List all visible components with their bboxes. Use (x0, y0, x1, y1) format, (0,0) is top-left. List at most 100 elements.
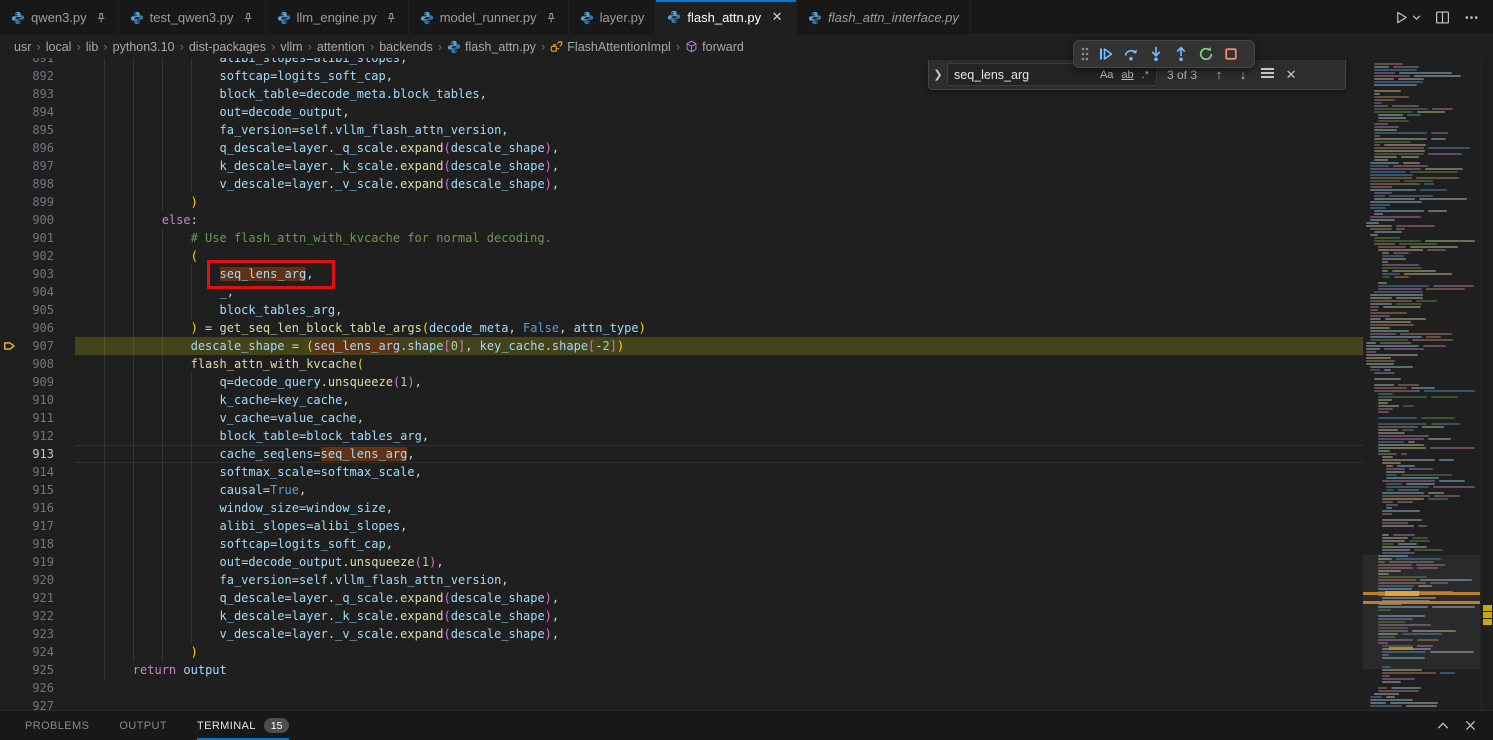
code-line-912[interactable]: 912 block_table=block_tables_arg, (0, 427, 1363, 445)
tab-model_runner.py[interactable]: model_runner.py (409, 0, 569, 35)
code-line-894[interactable]: 894 out=decode_output, (0, 103, 1363, 121)
find-in-selection-button[interactable] (1255, 66, 1279, 84)
previous-match-button[interactable]: ↑ (1207, 67, 1231, 82)
breadcrumb-item-backends[interactable]: backends (379, 40, 433, 54)
code-line-906[interactable]: 906 ) = get_seq_len_block_table_args(dec… (0, 319, 1363, 337)
indent-guide (133, 175, 134, 193)
breadcrumb-item-forward[interactable]: forward (685, 40, 744, 54)
panel-tab-output[interactable]: OUTPUT (119, 711, 167, 740)
minimap-line (1407, 114, 1422, 116)
code-line-896[interactable]: 896 q_descale=layer._q_scale.expand(desc… (0, 139, 1363, 157)
panel-tab-problems[interactable]: PROBLEMS (25, 711, 89, 740)
panel-tab-terminal[interactable]: TERMINAL15 (197, 711, 290, 740)
pinned-icon[interactable] (95, 12, 107, 24)
minimap-line (1378, 441, 1404, 443)
breadcrumb-item-FlashAttentionImpl[interactable]: FlashAttentionImpl (550, 40, 671, 54)
minimap-line (1414, 549, 1442, 551)
split-editor-button[interactable] (1435, 10, 1450, 25)
breadcrumb-item-usr[interactable]: usr (14, 40, 31, 54)
tab-layer.py[interactable]: layer.py (569, 0, 657, 35)
breadcrumb-label: python3.10 (113, 40, 175, 54)
code-line-907[interactable]: 907 descale_shape = (seq_lens_arg.shape[… (0, 337, 1363, 355)
close-tab-icon[interactable]: ✕ (769, 9, 785, 25)
code-line-913[interactable]: 913 cache_seqlens=seq_lens_arg, (0, 445, 1363, 463)
code-line-898[interactable]: 898 v_descale=layer._v_scale.expand(desc… (0, 175, 1363, 193)
pinned-icon[interactable] (242, 12, 254, 24)
code-line-924[interactable]: 924 ) (0, 643, 1363, 661)
minimap[interactable] (1363, 58, 1480, 710)
minimap-line (1370, 177, 1412, 179)
indent-guide (133, 139, 134, 157)
overview-ruler[interactable] (1480, 58, 1493, 710)
tab-llm_engine.py[interactable]: llm_engine.py (266, 0, 409, 35)
code-line-895[interactable]: 895 fa_version=self.vllm_flash_attn_vers… (0, 121, 1363, 139)
step-over-button[interactable] (1118, 42, 1143, 66)
maximize-panel-button[interactable] (1436, 719, 1450, 733)
code-line-908[interactable]: 908 flash_attn_with_kvcache( (0, 355, 1363, 373)
code-line-915[interactable]: 915 causal=True, (0, 481, 1363, 499)
line-text: k_descale=layer._k_scale.expand(descale_… (75, 607, 1363, 625)
tab-flash_attn.py[interactable]: flash_attn.py✕ (656, 0, 797, 35)
restart-button[interactable] (1193, 42, 1218, 66)
step-into-button[interactable] (1143, 42, 1168, 66)
tab-test_qwen3.py[interactable]: test_qwen3.py (119, 0, 266, 35)
match-case-toggle[interactable]: Aa (1097, 68, 1116, 82)
code-line-897[interactable]: 897 k_descale=layer._k_scale.expand(desc… (0, 157, 1363, 175)
find-input[interactable] (954, 68, 1095, 82)
tab-flash_attn_interface.py[interactable]: flash_attn_interface.py (797, 0, 971, 35)
toggle-replace-chevron-icon[interactable]: ❯ (929, 68, 947, 81)
code-line-916[interactable]: 916 window_size=window_size, (0, 499, 1363, 517)
code-line-910[interactable]: 910 k_cache=key_cache, (0, 391, 1363, 409)
breadcrumb-item-local[interactable]: local (46, 40, 72, 54)
code-line-925[interactable]: 925 return output (0, 661, 1363, 679)
pinned-icon[interactable] (545, 12, 557, 24)
breadcrumb-item-python3.10[interactable]: python3.10 (113, 40, 175, 54)
code-line-921[interactable]: 921 q_descale=layer._q_scale.expand(desc… (0, 589, 1363, 607)
code-line-909[interactable]: 909 q=decode_query.unsqueeze(1), (0, 373, 1363, 391)
code-line-926[interactable]: 926 (0, 679, 1363, 697)
code-line-917[interactable]: 917 alibi_slopes=alibi_slopes, (0, 517, 1363, 535)
next-match-button[interactable]: ↓ (1231, 67, 1255, 82)
indent-guide (104, 85, 105, 103)
code-line-902[interactable]: 902 ( (0, 247, 1363, 265)
breadcrumb-item-attention[interactable]: attention (317, 40, 365, 54)
code-line-918[interactable]: 918 softcap=logits_soft_cap, (0, 535, 1363, 553)
stop-button[interactable] (1218, 42, 1243, 66)
breadcrumb-item-lib[interactable]: lib (86, 40, 99, 54)
line-number: 918 (22, 535, 54, 553)
minimap-line (1378, 120, 1409, 122)
code-line-904[interactable]: 904 _, (0, 283, 1363, 301)
debug-toolbar-drag-handle[interactable] (1077, 42, 1093, 66)
code-line-900[interactable]: 900 else: (0, 211, 1363, 229)
minimap-line (1378, 249, 1423, 251)
whole-word-toggle[interactable]: ab (1118, 68, 1136, 82)
use-regex-toggle[interactable]: .* (1139, 68, 1152, 82)
code-line-923[interactable]: 923 v_descale=layer._v_scale.expand(desc… (0, 625, 1363, 643)
pinned-icon[interactable] (385, 12, 397, 24)
code-line-905[interactable]: 905 block_tables_arg, (0, 301, 1363, 319)
continue-button[interactable] (1093, 42, 1118, 66)
indent-guide (133, 301, 134, 319)
code-line-914[interactable]: 914 softmax_scale=softmax_scale, (0, 463, 1363, 481)
code-line-919[interactable]: 919 out=decode_output.unsqueeze(1), (0, 553, 1363, 571)
code-line-922[interactable]: 922 k_descale=layer._k_scale.expand(desc… (0, 607, 1363, 625)
more-actions-button[interactable] (1464, 10, 1479, 25)
indent-guide (191, 607, 192, 625)
step-out-button[interactable] (1168, 42, 1193, 66)
close-find-button[interactable]: ✕ (1279, 67, 1303, 83)
code-line-901[interactable]: 901 # Use flash_attn_with_kvcache for no… (0, 229, 1363, 247)
line-number: 922 (22, 607, 54, 625)
code-line-927[interactable]: 927 (0, 697, 1363, 710)
code-line-899[interactable]: 899 ) (0, 193, 1363, 211)
breadcrumb-item-flash_attn.py[interactable]: flash_attn.py (447, 40, 536, 54)
indent-guide (133, 265, 134, 283)
code-line-911[interactable]: 911 v_cache=value_cache, (0, 409, 1363, 427)
run-or-debug-button[interactable] (1394, 10, 1421, 25)
breadcrumb-item-vllm[interactable]: vllm (280, 40, 302, 54)
code-line-903[interactable]: 903 seq_lens_arg, (0, 265, 1363, 283)
tab-qwen3.py[interactable]: qwen3.py (0, 0, 119, 35)
code-line-920[interactable]: 920 fa_version=self.vllm_flash_attn_vers… (0, 571, 1363, 589)
breadcrumb-item-dist-packages[interactable]: dist-packages (189, 40, 266, 54)
code-editor[interactable]: 891 alibi_slopes=alibi_slopes,892 softca… (0, 58, 1493, 710)
close-panel-button[interactable] (1464, 719, 1477, 733)
